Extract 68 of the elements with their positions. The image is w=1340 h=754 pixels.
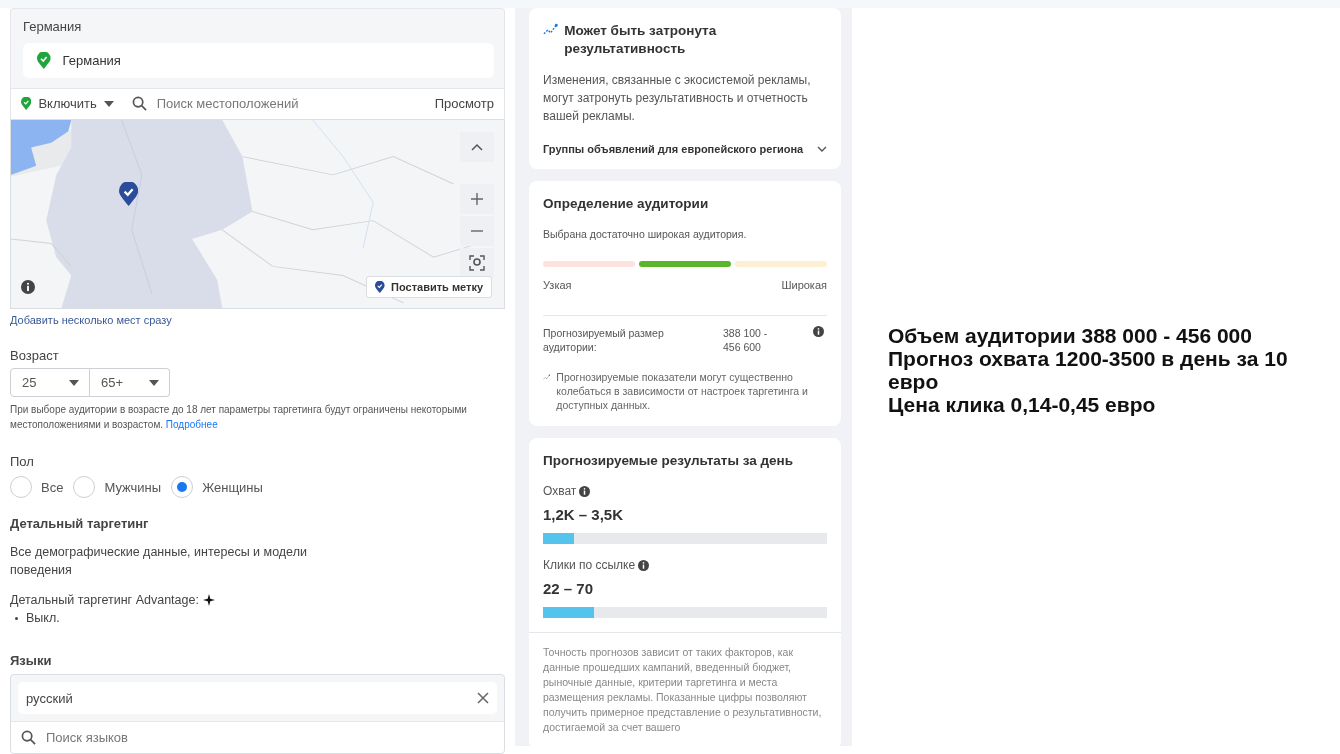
annotation-text: Прогноз охвата 1200-3500 в день за 10 евро <box>888 347 1289 393</box>
wide-label: Широкая <box>781 279 827 291</box>
add-locations-link[interactable]: Добавить несколько мест сразу <box>10 314 505 326</box>
minus-icon <box>471 229 483 232</box>
annotation-text: Объем аудитории 388 000 - 456 000 <box>888 324 1253 347</box>
sparkle-icon <box>202 594 215 606</box>
gender-label: Пол <box>10 454 35 469</box>
card-title: Определение аудитории <box>543 195 710 213</box>
close-icon[interactable] <box>477 692 489 704</box>
info-icon <box>638 559 650 571</box>
age-label: Возраст <box>10 348 60 363</box>
language-search-field[interactable]: Поиск языков <box>46 730 128 745</box>
trend-icon <box>543 22 559 36</box>
learn-more-link[interactable]: Подробнее <box>165 419 218 430</box>
zoom-out-button[interactable] <box>460 215 494 246</box>
targeting-description: Все демографические данные, интересы и модели поведения <box>10 544 308 579</box>
selected-location[interactable]: Германия <box>23 43 494 78</box>
gender-radio[interactable]: Женщины <box>171 476 263 498</box>
annotation-text: Цена клика 0,14-0,45 евро <box>888 393 1157 416</box>
bullet-dot <box>15 616 18 620</box>
chevron-up-icon <box>471 142 483 151</box>
languages-label: Языки <box>10 653 53 668</box>
max-age-select[interactable]: 65+ <box>90 368 170 397</box>
collapse-map-button[interactable] <box>460 131 494 162</box>
accuracy-note: Точность прогнозов зависит от таких факторов, как данные прошедших кампаний, введенный бюджет, рыночные данные, критерии таргетинга и места размещения рекламы. Показанные цифры позволяют получить примерное представление о результативности, достигаемой за счет вашего <box>543 646 822 733</box>
search-icon <box>21 730 36 745</box>
estimate-disclaimer: Прогнозируемые показатели могут существенно колебаться в зависимости от настроек таргетинга и доступных данных. <box>556 370 809 412</box>
search-icon <box>131 96 147 112</box>
info-icon <box>813 326 824 337</box>
info-icon <box>579 485 591 497</box>
location-pin-icon <box>21 97 32 111</box>
narrow-label: Узкая <box>543 279 572 291</box>
drop-pin-button[interactable]: Поставить метку <box>366 276 492 298</box>
card-title: Может быть затронута результативность <box>564 22 718 58</box>
detailed-targeting-title: Детальный таргетинг <box>10 516 150 531</box>
include-dropdown[interactable]: Включить <box>21 96 114 112</box>
gender-radio[interactable]: Мужчины <box>73 476 162 498</box>
selected-language[interactable]: русский <box>18 682 497 714</box>
plus-icon <box>471 192 483 205</box>
view-button[interactable]: Просмотр <box>434 96 494 112</box>
caret-icon <box>103 100 114 107</box>
metric-value: 22 – 70 <box>543 580 595 597</box>
location-label: Германия <box>23 19 83 34</box>
caret-icon <box>149 379 159 386</box>
location-search-field[interactable]: Поиск местоположений <box>156 96 299 112</box>
min-age-select[interactable]: 25 <box>10 368 90 397</box>
pin-icon <box>375 281 386 293</box>
advantage-value: Выкл. <box>26 611 60 625</box>
size-value: 388 100 - 456 600 <box>723 326 769 354</box>
age-note: При выборе аудитории в возрасте до 18 лет параметры таргетинга будут ограничены некоторыми местоположениями и возрастом. Подробнее <box>10 403 468 432</box>
locate-button[interactable] <box>460 247 494 278</box>
size-label: Прогнозируемый размер аудитории: <box>543 326 665 354</box>
caret-icon <box>69 379 79 386</box>
card-title: Прогнозируемые результаты за день <box>543 452 795 470</box>
zoom-in-button[interactable] <box>460 183 494 214</box>
locate-icon <box>469 254 485 271</box>
metric-label: Охват <box>543 484 577 498</box>
location-pin-icon <box>37 52 51 69</box>
metric-label: Клики по ссылке <box>543 558 636 572</box>
gender-radio[interactable]: Все <box>10 476 64 498</box>
chevron-icon <box>817 146 827 152</box>
map-marker-icon <box>119 181 139 206</box>
info-icon <box>21 280 35 294</box>
eu-ad-sets-expander[interactable]: Группы объявлений для европейского региона <box>543 143 827 155</box>
card-text: Изменения, связанные с экосистемой рекламы, могут затронуть результативность и отчетность вашей рекламы. <box>543 72 812 125</box>
advantage-label: Детальный таргетинг Advantage: <box>10 593 199 607</box>
metric-value: 1,2K – 3,5K <box>543 506 625 523</box>
audience-status: Выбрана достаточно широкая аудитория. <box>543 227 748 242</box>
